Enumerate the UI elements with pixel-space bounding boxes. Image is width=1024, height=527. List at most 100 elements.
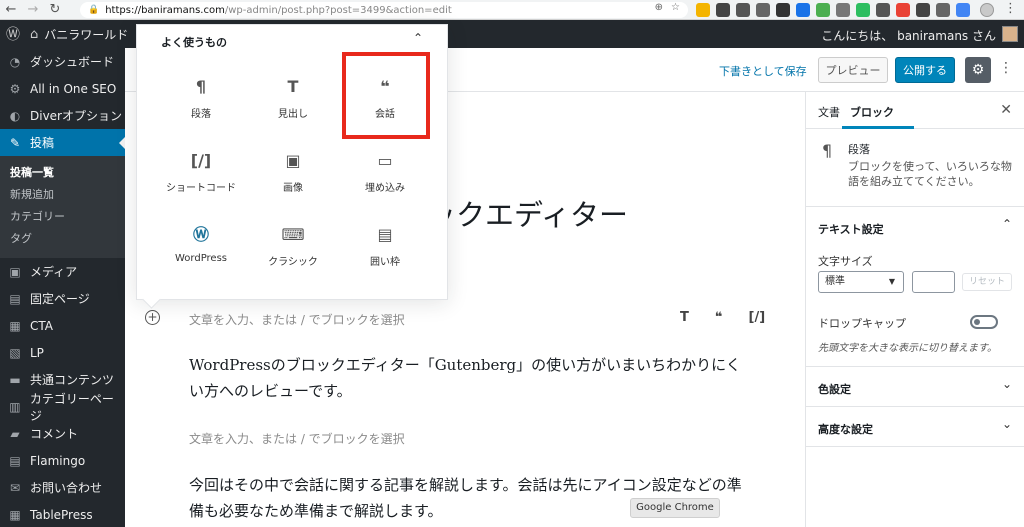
block-card: ¶ 段落 ブロックを使って、いろいろな物語を組み立ててください。 xyxy=(806,129,1024,207)
lp-icon: ▧ xyxy=(9,345,21,360)
browser-toolbar: ← → ↻ 🔒 https://baniramans.com /wp-admin… xyxy=(0,0,1024,20)
font-size-value: 標準 xyxy=(825,276,845,287)
submenu-add-new[interactable]: 新規追加 xyxy=(0,184,125,206)
shortcode-block-icon[interactable]: [/] xyxy=(749,310,766,325)
sidebar-item-label: 投稿 xyxy=(30,136,55,150)
sidebar-item-label: Flamingo xyxy=(30,453,86,468)
extension-icon[interactable] xyxy=(916,3,930,17)
extension-icon[interactable] xyxy=(736,3,750,17)
dashboard-icon: ◔ xyxy=(9,54,21,69)
reload-icon[interactable]: ↻ xyxy=(44,0,66,20)
extension-icon[interactable] xyxy=(756,3,770,17)
sidebar-item-seo[interactable]: ⚙ All in One SEO xyxy=(0,75,125,102)
inserter-block-label: 埋め込み xyxy=(365,183,405,194)
profile-avatar[interactable] xyxy=(980,3,994,17)
tab-block[interactable]: ブロック xyxy=(850,104,894,120)
address-bar[interactable]: 🔒 https://baniramans.com /wp-admin/post.… xyxy=(80,2,688,18)
custom-font-size-input[interactable] xyxy=(912,271,955,293)
publish-button[interactable]: 公開する xyxy=(895,57,955,83)
sidebar-item-contact[interactable]: ✉ お問い合わせ xyxy=(0,474,125,501)
sidebar-item-label: 固定ページ xyxy=(30,292,90,306)
sidebar-item-media[interactable]: ▣ メディア xyxy=(0,258,125,285)
chevron-down-icon[interactable]: ⌄ xyxy=(1002,417,1012,431)
close-icon[interactable]: ✕ xyxy=(1000,102,1012,118)
sidebar-item-comments[interactable]: ▰ コメント xyxy=(0,420,125,447)
drop-cap-toggle[interactable] xyxy=(970,315,998,329)
keyboard-icon: ⌨ xyxy=(281,225,305,244)
sidebar-item-category-pages[interactable]: ▥ カテゴリーページ xyxy=(0,392,125,423)
conversation-block-icon[interactable]: ❝ xyxy=(715,310,723,325)
drop-cap-label: ドロップキャップ xyxy=(818,317,906,330)
inserter-block-label: ショートコード xyxy=(166,183,236,194)
inserter-block-label: クラシック xyxy=(268,257,318,268)
extension-icon[interactable] xyxy=(956,3,970,17)
sidebar-item-lp[interactable]: ▧ LP xyxy=(0,339,125,366)
heading-block-icon[interactable]: T xyxy=(680,310,689,325)
avatar[interactable] xyxy=(1002,26,1018,42)
sidebar-item-posts[interactable]: ✎ 投稿 xyxy=(0,129,125,156)
inserter-block-box[interactable]: ▤ 囲い枠 xyxy=(339,213,431,277)
shortcode-icon: [/] xyxy=(190,151,212,170)
add-block-icon[interactable]: + xyxy=(145,310,160,325)
extension-icon[interactable] xyxy=(876,3,890,17)
sidebar-item-pages[interactable]: ▤ 固定ページ xyxy=(0,285,125,312)
extension-icon[interactable] xyxy=(836,3,850,17)
gear-icon[interactable]: ⚙ xyxy=(965,57,991,83)
inserter-block-paragraph[interactable]: ¶ 段落 xyxy=(155,65,247,129)
preview-button[interactable]: プレビュー xyxy=(818,57,888,83)
wordpress-logo-icon[interactable]: Ⓦ xyxy=(0,24,26,44)
more-menu-icon[interactable]: ⋮ xyxy=(999,60,1013,76)
inserter-block-embed[interactable]: ▭ 埋め込み xyxy=(339,139,431,203)
panel-advanced[interactable]: 高度な設定 ⌄ xyxy=(806,407,1024,447)
panel-color-settings[interactable]: 色設定 ⌄ xyxy=(806,367,1024,407)
submenu-tags[interactable]: タグ xyxy=(0,228,125,250)
chevron-up-icon[interactable]: ⌃ xyxy=(1002,217,1012,231)
chrome-menu-icon[interactable]: ⋮ xyxy=(1004,1,1017,16)
block-placeholder[interactable]: 文章を入力、または / でブロックを選択 xyxy=(189,430,405,447)
sidebar-item-flamingo[interactable]: ▤ Flamingo xyxy=(0,447,125,474)
inserter-block-shortcode[interactable]: [/] ショートコード xyxy=(155,139,247,203)
extension-icon[interactable] xyxy=(856,3,870,17)
quick-inserter: T ❝ [/] xyxy=(680,310,765,325)
inserter-block-heading[interactable]: T 見出し xyxy=(247,65,339,129)
chevron-up-icon[interactable]: ⌃ xyxy=(413,31,423,45)
extension-icon[interactable] xyxy=(936,3,950,17)
posts-submenu: 投稿一覧 新規追加 カテゴリー タグ xyxy=(0,156,125,258)
extension-icon[interactable] xyxy=(896,3,910,17)
extension-icon[interactable] xyxy=(816,3,830,17)
save-draft-button[interactable]: 下書きとして保存 xyxy=(719,63,807,79)
sidebar-item-tablepress[interactable]: ▦ TablePress xyxy=(0,501,125,527)
forward-icon[interactable]: → xyxy=(22,0,44,20)
sidebar-item-label: カテゴリーページ xyxy=(29,391,114,423)
browser-tooltip: Google Chrome xyxy=(630,498,720,518)
paragraph-block[interactable]: WordPressのブロックエディター「Gutenberg」の使い方がいまいちわ… xyxy=(189,352,749,404)
inserter-section-title: よく使うもの xyxy=(161,36,227,49)
post-title[interactable]: ックエディター xyxy=(427,192,628,234)
grid-icon: ▥ xyxy=(9,399,21,414)
inserter-block-image[interactable]: ▣ 画像 xyxy=(247,139,339,203)
back-icon[interactable]: ← xyxy=(0,0,22,20)
zoom-icon[interactable]: ⊕ xyxy=(655,2,663,13)
site-name[interactable]: バニラワールド xyxy=(44,26,128,43)
font-size-select[interactable]: 標準 ▼ xyxy=(818,271,904,293)
submenu-categories[interactable]: カテゴリー xyxy=(0,206,125,228)
sidebar-item-cta[interactable]: ▦ CTA xyxy=(0,312,125,339)
extension-icon[interactable] xyxy=(716,3,730,17)
block-placeholder[interactable]: 文章を入力、または / でブロックを選択 xyxy=(189,311,405,328)
panel-title[interactable]: テキスト設定 xyxy=(818,221,884,237)
tab-document[interactable]: 文書 xyxy=(818,104,840,120)
inserter-block-label: WordPress xyxy=(174,253,228,264)
sidebar-item-diver[interactable]: ◐ Diverオプション xyxy=(0,102,125,129)
extension-icon[interactable] xyxy=(796,3,810,17)
inserter-block-wordpress[interactable]: Ⓦ WordPress xyxy=(155,213,247,277)
home-icon[interactable]: ⌂ xyxy=(30,27,38,42)
chevron-down-icon[interactable]: ⌄ xyxy=(1002,377,1012,391)
submenu-all-posts[interactable]: 投稿一覧 xyxy=(0,162,125,184)
extension-icon[interactable] xyxy=(696,3,710,17)
star-icon[interactable]: ☆ xyxy=(671,2,680,13)
reset-button[interactable]: リセット xyxy=(962,273,1012,291)
sidebar-item-dashboard[interactable]: ◔ ダッシュボード xyxy=(0,48,125,75)
howdy-user[interactable]: こんにちは、 baniramans さん xyxy=(821,27,996,44)
extension-icon[interactable] xyxy=(776,3,790,17)
inserter-block-classic[interactable]: ⌨ クラシック xyxy=(247,213,339,277)
